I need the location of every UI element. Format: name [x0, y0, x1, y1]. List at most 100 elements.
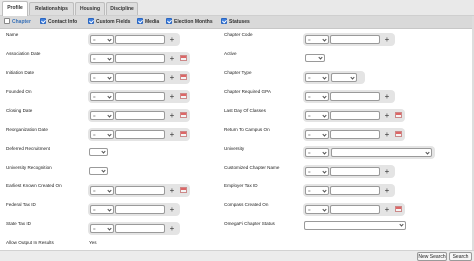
add-condition-icon[interactable]: + [168, 204, 176, 215]
label-university: University [224, 146, 245, 151]
earliest-known-created-on-operator-select[interactable]: = [90, 186, 114, 195]
search-button[interactable]: Search [449, 252, 472, 261]
add-condition-icon[interactable]: + [383, 129, 391, 140]
earliest-known-created-on-input[interactable] [115, 186, 165, 195]
name-operator-select[interactable]: = [90, 35, 114, 44]
deferred-recruitment-select[interactable] [89, 148, 108, 156]
checkbox-icon[interactable] [40, 18, 46, 24]
add-condition-icon[interactable]: + [383, 166, 391, 177]
add-condition-icon[interactable]: + [168, 91, 176, 102]
add-condition-icon[interactable]: + [383, 185, 391, 196]
allow-output-value: Yes [89, 240, 97, 245]
checkbox-icon[interactable] [88, 18, 94, 24]
calendar-icon[interactable] [395, 112, 402, 118]
label-university-recognition: University Recognition [6, 165, 52, 170]
section-chapter[interactable]: Chapter [4, 18, 31, 27]
reorganization-date-operator-select[interactable]: = [90, 130, 114, 139]
association-date-operator-select[interactable]: = [90, 54, 114, 63]
calendar-icon[interactable] [180, 187, 187, 193]
section-statuses[interactable]: Statuses [221, 18, 250, 27]
add-condition-icon[interactable]: + [383, 34, 391, 45]
university-operator-select[interactable]: = [305, 148, 329, 157]
customized-chapter-name-input[interactable] [330, 167, 380, 176]
reorganization-date-input[interactable] [115, 130, 165, 139]
state-tax-id-input[interactable] [115, 224, 165, 233]
initiation-date-input[interactable] [115, 73, 165, 82]
label-employer-tax-id: Employer Tax ID [224, 183, 258, 188]
add-condition-icon[interactable]: + [168, 110, 176, 121]
add-condition-icon[interactable]: + [168, 72, 176, 83]
add-condition-icon[interactable]: + [383, 204, 391, 215]
checkbox-icon[interactable] [221, 18, 227, 24]
tab-relationships[interactable]: Relationships [29, 2, 74, 15]
checkbox-icon[interactable] [166, 18, 172, 24]
label-state-tax-id: State Tax ID [6, 221, 31, 226]
add-condition-icon[interactable]: + [383, 91, 391, 102]
label-earliest-known-created-on: Earliest Known Created On [6, 183, 62, 188]
chapter-required-gpa-operator-select[interactable]: = [305, 92, 329, 101]
compass-created-on-filter: = + [303, 203, 405, 216]
label-active: Active [224, 51, 237, 56]
federal-tax-id-input[interactable] [115, 205, 165, 214]
name-value-input[interactable] [115, 35, 165, 44]
compass-created-on-operator-select[interactable]: = [305, 205, 329, 214]
tab-profile[interactable]: Profile [2, 1, 28, 16]
chapter-code-operator-select[interactable]: = [305, 35, 329, 44]
section-election-months[interactable]: Election Months [166, 18, 213, 27]
university-value-select[interactable] [331, 148, 432, 157]
add-condition-icon[interactable]: + [168, 129, 176, 140]
state-tax-id-operator-select[interactable]: = [90, 224, 114, 233]
add-condition-icon[interactable]: + [168, 53, 176, 64]
add-condition-icon[interactable]: + [168, 185, 176, 196]
last-day-of-classes-operator-select[interactable]: = [305, 111, 329, 120]
return-to-campus-on-input[interactable] [330, 130, 380, 139]
chapter-type-operator-select[interactable]: = [305, 73, 329, 82]
chapter-type-filter: = [303, 71, 365, 84]
tab-housing[interactable]: Housing [75, 2, 105, 15]
association-date-input[interactable] [115, 54, 165, 63]
tab-discipline[interactable]: Discipline [106, 2, 138, 15]
calendar-icon[interactable] [180, 55, 187, 61]
section-media[interactable]: Media [137, 18, 159, 27]
section-contact-info[interactable]: Contact Info [40, 18, 77, 27]
founded-on-filter: = + [88, 90, 190, 103]
employer-tax-id-operator-select[interactable]: = [305, 186, 329, 195]
federal-tax-id-operator-select[interactable]: = [90, 205, 114, 214]
label-compass-created-on: Compass Created On [224, 202, 269, 207]
new-search-button[interactable]: New Search [417, 252, 447, 261]
section-custom-fields[interactable]: Custom Fields [88, 18, 130, 27]
closing-date-input[interactable] [115, 111, 165, 120]
chapter-type-value-select[interactable] [331, 73, 357, 82]
founded-on-operator-select[interactable]: = [90, 92, 114, 101]
calendar-icon[interactable] [395, 206, 402, 212]
omegafi-chapter-status-select[interactable] [304, 221, 406, 230]
closing-date-operator-select[interactable]: = [90, 111, 114, 120]
employer-tax-id-input[interactable] [330, 186, 380, 195]
add-condition-icon[interactable]: + [168, 34, 176, 45]
label-last-day-of-classes: Last Day Of Classes [224, 108, 266, 113]
university-recognition-select[interactable] [89, 167, 108, 175]
calendar-icon[interactable] [180, 74, 187, 80]
calendar-icon[interactable] [395, 131, 402, 137]
label-name: Name [6, 32, 19, 37]
checkbox-icon[interactable] [4, 18, 10, 24]
label-omegafi-chapter-status: OmegaFi Chapter Status [224, 221, 275, 226]
footer-bar: New Search Search [0, 250, 474, 261]
label-initiation-date: Initiation Date [6, 70, 35, 75]
add-condition-icon[interactable]: + [168, 223, 176, 234]
add-condition-icon[interactable]: + [383, 110, 391, 121]
calendar-icon[interactable] [180, 112, 187, 118]
compass-created-on-input[interactable] [330, 205, 380, 214]
active-select[interactable] [305, 54, 325, 62]
customized-chapter-name-operator-select[interactable]: = [305, 167, 329, 176]
calendar-icon[interactable] [180, 131, 187, 137]
chapter-code-input[interactable] [330, 35, 380, 44]
checkbox-icon[interactable] [137, 18, 143, 24]
calendar-icon[interactable] [180, 93, 187, 99]
initiation-date-operator-select[interactable]: = [90, 73, 114, 82]
return-to-campus-on-operator-select[interactable]: = [305, 130, 329, 139]
chapter-required-gpa-input[interactable] [330, 92, 380, 101]
reorganization-date-filter: = + [88, 128, 190, 141]
founded-on-input[interactable] [115, 92, 165, 101]
last-day-of-classes-input[interactable] [330, 111, 380, 120]
